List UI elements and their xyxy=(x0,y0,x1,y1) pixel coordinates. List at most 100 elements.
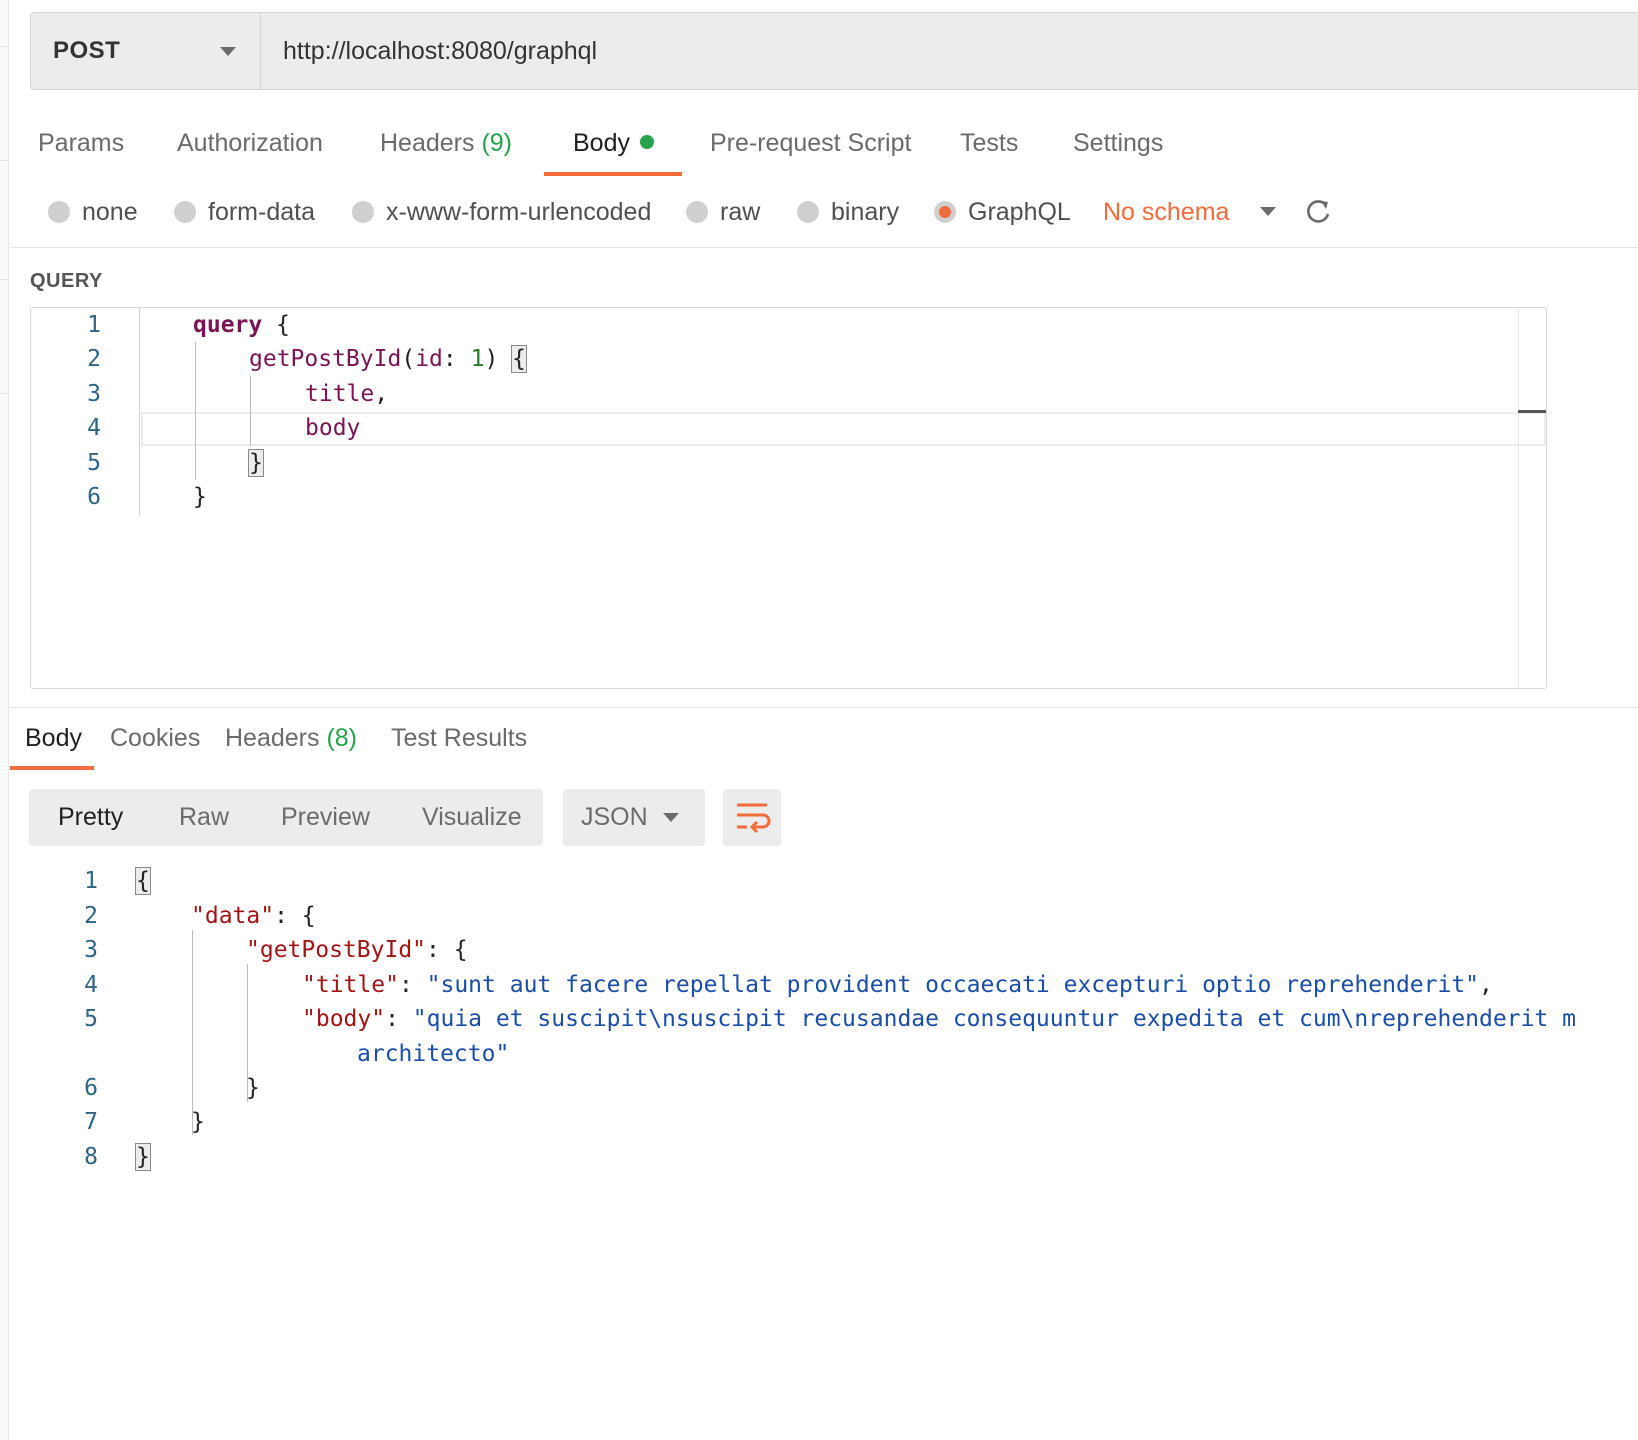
line-number: 6 xyxy=(84,1075,98,1101)
tab-authorization[interactable]: Authorization xyxy=(177,118,323,176)
refresh-icon[interactable] xyxy=(1302,196,1334,228)
code-line: "data": { xyxy=(191,903,316,929)
radio-binary[interactable]: binary xyxy=(797,190,899,234)
radio-circle-icon xyxy=(686,201,708,223)
wrap-lines-button[interactable] xyxy=(723,789,781,846)
response-body-viewer[interactable]: 1 2 3 4 5 6 7 8 { "data": { "getPostById… xyxy=(0,860,1638,1200)
punct-token: , xyxy=(1479,972,1493,998)
schema-select[interactable]: No schema xyxy=(1103,190,1229,234)
tab-settings[interactable]: Settings xyxy=(1073,118,1163,176)
method-select[interactable]: POST xyxy=(31,13,261,89)
argument-token: id xyxy=(415,346,443,372)
code-line: } xyxy=(246,1075,260,1101)
punct-token: : xyxy=(442,346,471,372)
sidebar-edge xyxy=(0,0,9,1440)
sidebar-divider xyxy=(0,46,9,47)
json-string: "quia et suscipit\nsuscipit recusandae c… xyxy=(412,1006,1576,1032)
keyword-token: query xyxy=(193,312,263,338)
line-number: 8 xyxy=(84,1144,98,1170)
line-number: 2 xyxy=(87,346,101,372)
section-divider xyxy=(10,247,1638,248)
tab-pre-request-script[interactable]: Pre-request Script xyxy=(710,118,911,176)
radio-none[interactable]: none xyxy=(48,190,138,234)
code-line: { xyxy=(135,867,151,895)
editor-scrollbar[interactable] xyxy=(1518,308,1546,688)
punct-token: : { xyxy=(426,937,468,963)
code-line: title, xyxy=(305,381,388,407)
matched-bracket: { xyxy=(511,345,528,373)
tab-headers-label: Headers xyxy=(380,129,475,157)
radio-label: form-data xyxy=(208,197,315,226)
field-token: title xyxy=(305,381,375,407)
punct-token: : xyxy=(385,1006,413,1032)
pretty-button[interactable]: Pretty xyxy=(58,789,123,846)
radio-circle-icon xyxy=(797,201,819,223)
method-label: POST xyxy=(53,37,121,64)
number-token: 1 xyxy=(470,346,485,372)
tab-headers[interactable]: Headers (9) xyxy=(380,118,512,176)
request-url-bar: POST http://localhost:8080/graphql xyxy=(30,12,1638,90)
radio-label: raw xyxy=(720,197,761,226)
url-input[interactable]: http://localhost:8080/graphql xyxy=(261,13,1638,89)
radio-label: x-www-form-urlencoded xyxy=(386,197,652,226)
code-line: } xyxy=(193,484,207,510)
brace-token: } xyxy=(191,1109,205,1135)
radio-label: GraphQL xyxy=(968,197,1071,226)
tab-response-headers[interactable]: Headers (8) xyxy=(225,718,357,770)
radio-raw[interactable]: raw xyxy=(686,190,760,234)
radio-label: none xyxy=(82,197,138,226)
tab-cookies[interactable]: Cookies xyxy=(110,718,200,770)
punct-token: : { xyxy=(274,903,316,929)
radio-circle-icon xyxy=(174,201,196,223)
field-token: body xyxy=(305,415,361,441)
tab-response-body[interactable]: Body xyxy=(10,718,94,770)
code-line: getPostById(id: 1) { xyxy=(249,345,528,373)
matched-bracket: { xyxy=(135,867,151,895)
matched-bracket: } xyxy=(248,449,264,477)
brace-token: { xyxy=(262,312,290,338)
brace-token: } xyxy=(246,1075,260,1101)
code-line: body xyxy=(305,415,360,441)
gutter-separator xyxy=(139,308,140,516)
tab-test-results[interactable]: Test Results xyxy=(391,718,527,770)
tab-body[interactable]: Body xyxy=(544,118,682,176)
radio-graphql[interactable]: GraphQL xyxy=(934,190,1071,234)
json-string: "sunt aut facere repellat provident occa… xyxy=(426,972,1480,998)
status-dot-icon xyxy=(639,135,654,149)
radio-label: binary xyxy=(831,197,900,226)
format-select[interactable]: JSON xyxy=(563,789,705,846)
sidebar-divider xyxy=(0,393,9,394)
chevron-down-icon[interactable] xyxy=(1260,207,1276,216)
sidebar-divider xyxy=(0,279,9,280)
code-line-wrapped: architecto" xyxy=(357,1041,509,1067)
visualize-button[interactable]: Visualize xyxy=(422,789,522,846)
punct-token: ( xyxy=(401,346,416,372)
scroll-position-marker xyxy=(1518,410,1546,413)
line-number: 4 xyxy=(84,972,98,998)
graphql-query-editor[interactable]: 1 2 3 4 5 6 query { getPostById(id: 1) {… xyxy=(30,307,1547,689)
wrap-lines-icon xyxy=(737,803,771,834)
code-line: "title": "sunt aut facere repellat provi… xyxy=(302,972,1493,998)
radio-form-data[interactable]: form-data xyxy=(174,190,315,234)
punct-token: : xyxy=(398,972,427,998)
punct-token: ) xyxy=(484,346,513,372)
json-string: architecto" xyxy=(357,1041,510,1067)
line-number: 1 xyxy=(84,868,98,894)
line-number: 7 xyxy=(84,1109,98,1135)
tab-tests[interactable]: Tests xyxy=(960,118,1018,176)
radio-x-www-form-urlencoded[interactable]: x-www-form-urlencoded xyxy=(352,190,651,234)
code-line: } xyxy=(191,1109,205,1135)
radio-selected-icon xyxy=(934,201,956,223)
code-line: query { xyxy=(193,312,290,338)
line-number: 3 xyxy=(87,381,101,407)
line-number: 4 xyxy=(87,415,101,441)
json-key: "title" xyxy=(302,972,399,998)
format-select-label: JSON xyxy=(581,803,648,831)
preview-button[interactable]: Preview xyxy=(281,789,370,846)
indent-guide xyxy=(192,930,193,1135)
field-token: getPostById xyxy=(249,346,402,372)
tab-params[interactable]: Params xyxy=(38,118,124,176)
query-section-label: QUERY xyxy=(30,270,103,292)
line-number: 1 xyxy=(87,312,101,338)
raw-button[interactable]: Raw xyxy=(179,789,229,846)
